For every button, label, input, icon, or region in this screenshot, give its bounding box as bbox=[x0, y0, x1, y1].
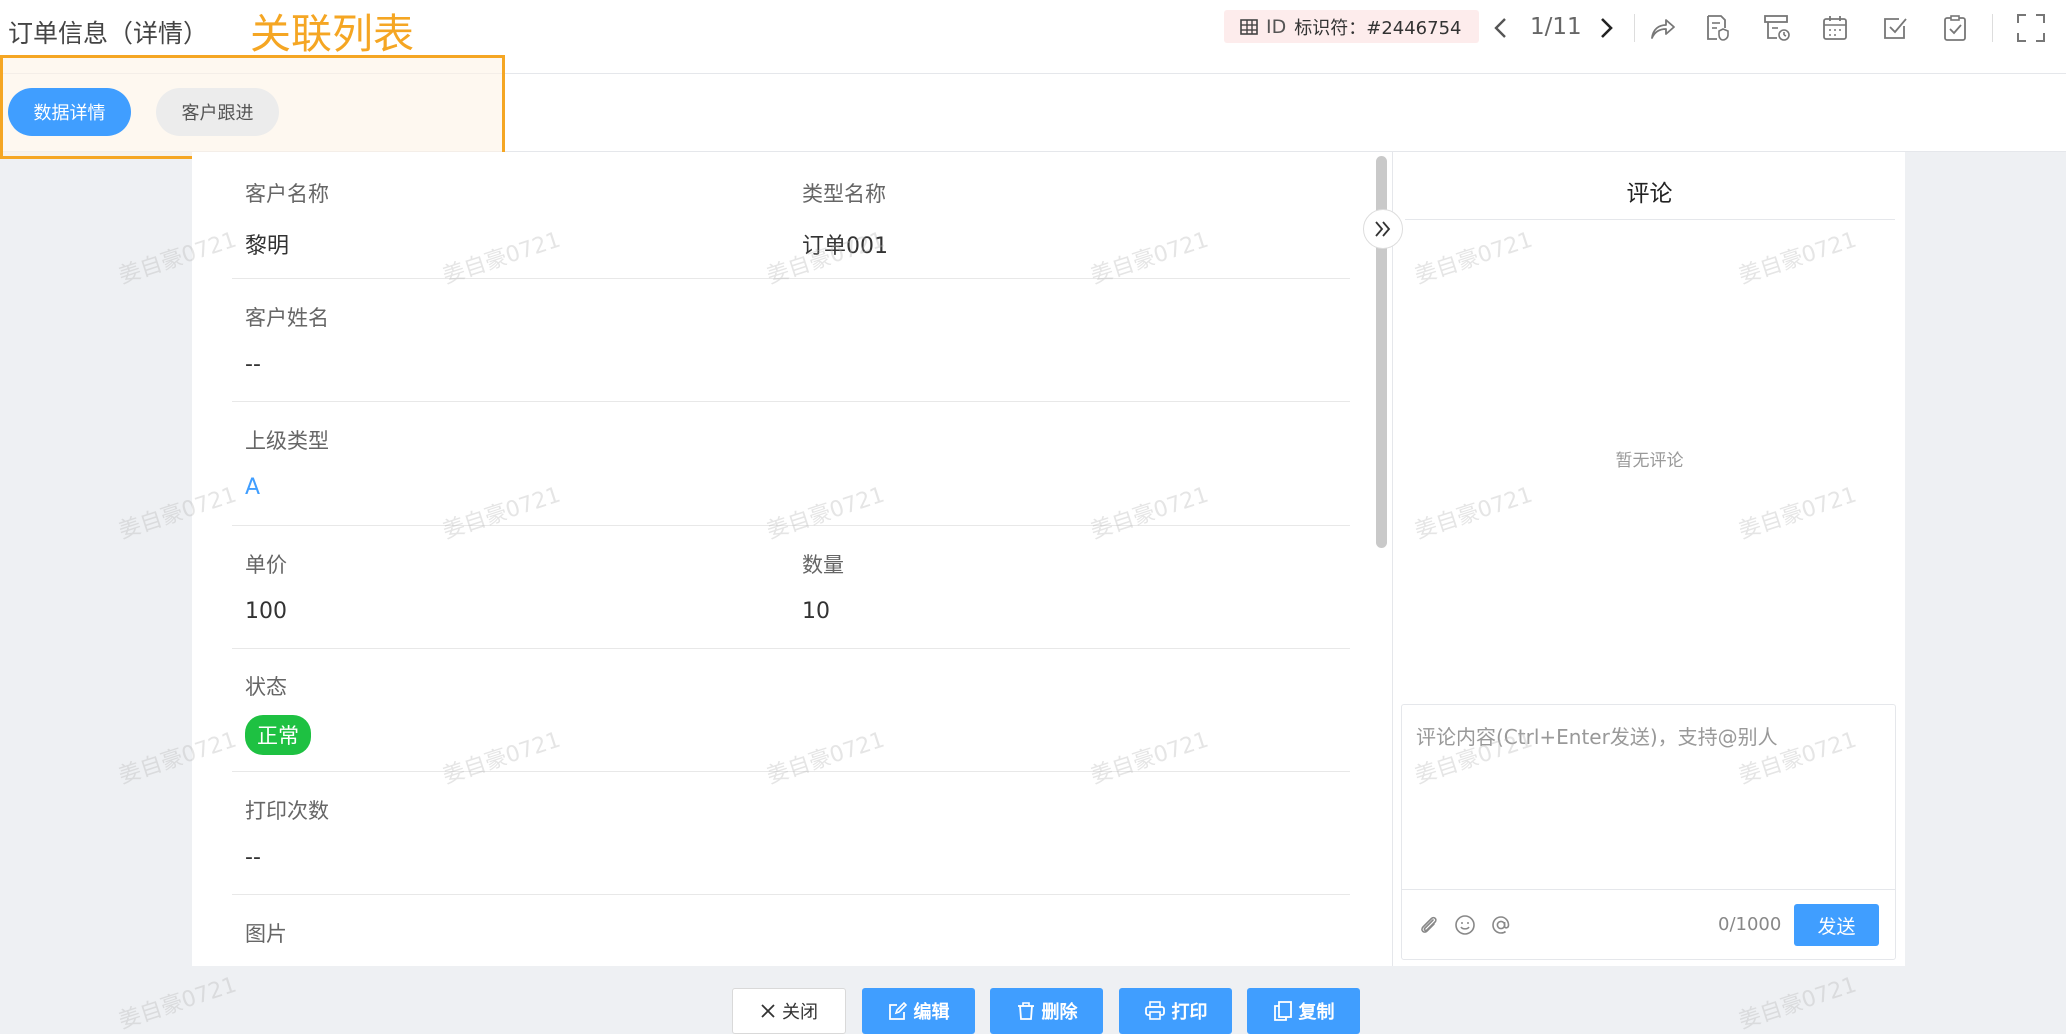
fullscreen-button[interactable] bbox=[2014, 11, 2048, 45]
field-label: 数量 bbox=[802, 553, 844, 577]
page-title: 订单信息（详情） bbox=[8, 19, 209, 48]
copy-button-label: 复制 bbox=[1298, 1002, 1335, 1023]
approve-button[interactable] bbox=[1878, 11, 1912, 45]
workflow-button[interactable] bbox=[1760, 11, 1794, 45]
watermark: 姜自豪0721 bbox=[115, 972, 240, 1034]
edit-icon bbox=[888, 1001, 907, 1020]
comment-title-divider bbox=[1405, 219, 1895, 220]
emoji-button[interactable] bbox=[1452, 912, 1478, 938]
tab-data-details[interactable]: 数据详情 bbox=[8, 88, 131, 136]
copy-button[interactable]: 复制 bbox=[1247, 988, 1360, 1034]
trash-icon bbox=[1017, 1002, 1034, 1020]
copy-icon bbox=[1273, 1001, 1292, 1021]
field-value: 黎明 bbox=[245, 234, 290, 259]
comment-input[interactable] bbox=[1402, 705, 1895, 889]
field-label: 客户名称 bbox=[245, 182, 329, 206]
workflow-icon bbox=[1764, 15, 1790, 41]
attach-button[interactable] bbox=[1416, 912, 1442, 938]
close-button-label: 关闭 bbox=[782, 1002, 818, 1023]
field-status: 状态 正常 bbox=[245, 671, 311, 755]
task-button[interactable] bbox=[1938, 11, 1972, 45]
mention-button[interactable] bbox=[1488, 912, 1514, 938]
field-quantity: 数量 10 bbox=[802, 549, 844, 624]
chevron-right-icon bbox=[1601, 18, 1613, 38]
record-id-chip: ID 标识符：#2446754 bbox=[1224, 10, 1480, 43]
comment-editor: 0/1000 发送 bbox=[1401, 704, 1896, 960]
record-identifier: 标识符：#2446754 bbox=[1294, 17, 1462, 39]
row-divider bbox=[232, 894, 1350, 895]
field-unit-price: 单价 100 bbox=[245, 549, 287, 624]
status-badge: 正常 bbox=[245, 715, 311, 755]
print-button[interactable]: 打印 bbox=[1119, 988, 1232, 1034]
field-customer-full-name: 客户姓名 -- bbox=[245, 302, 329, 377]
toolbar-divider bbox=[1992, 14, 1993, 42]
edit-button-label: 编辑 bbox=[913, 1002, 950, 1023]
row-divider bbox=[232, 401, 1350, 402]
tab-customer-follow-up[interactable]: 客户跟进 bbox=[156, 88, 279, 136]
field-label: 类型名称 bbox=[802, 182, 886, 206]
close-icon bbox=[761, 1004, 775, 1018]
field-label: 上级类型 bbox=[245, 429, 329, 453]
delete-button[interactable]: 删除 bbox=[990, 988, 1103, 1034]
printer-icon bbox=[1144, 1001, 1165, 1020]
next-record-button[interactable] bbox=[1593, 12, 1619, 44]
record-pager: 1/11 bbox=[1530, 14, 1582, 40]
parent-type-link[interactable]: A bbox=[245, 475, 329, 500]
share-button[interactable] bbox=[1646, 11, 1680, 45]
row-divider bbox=[232, 525, 1350, 526]
double-chevron-right-icon bbox=[1375, 221, 1391, 237]
fullscreen-icon bbox=[2017, 14, 2045, 42]
share-icon bbox=[1651, 19, 1675, 39]
close-button[interactable]: 关闭 bbox=[732, 988, 846, 1034]
field-value: -- bbox=[245, 352, 261, 377]
paperclip-icon bbox=[1421, 916, 1437, 933]
at-sign-icon bbox=[1492, 916, 1510, 934]
detail-panel: 客户名称 黎明 类型名称 订单001 客户姓名 -- 上级类型 A 单价 100… bbox=[192, 152, 1392, 966]
field-value: -- bbox=[245, 845, 261, 870]
field-type-name: 类型名称 订单001 bbox=[802, 178, 888, 260]
field-customer-name: 客户名称 黎明 bbox=[245, 178, 329, 260]
field-label: 单价 bbox=[245, 553, 287, 577]
row-divider bbox=[232, 278, 1350, 279]
toolbar-divider bbox=[1634, 14, 1635, 42]
calendar-button[interactable] bbox=[1818, 11, 1852, 45]
field-label: 图片 bbox=[245, 922, 287, 946]
row-divider bbox=[232, 771, 1350, 772]
smiley-icon bbox=[1455, 915, 1475, 935]
comment-panel-title: 评论 bbox=[1626, 181, 1673, 207]
empty-comments-text: 暂无评论 bbox=[1615, 451, 1684, 471]
field-value: 10 bbox=[802, 599, 830, 624]
field-print-count: 打印次数 -- bbox=[245, 795, 329, 870]
field-label: 打印次数 bbox=[245, 799, 329, 823]
calendar-icon bbox=[1823, 16, 1847, 40]
comment-char-count: 0/1000 bbox=[1718, 914, 1782, 935]
watermark: 姜自豪0721 bbox=[1735, 972, 1860, 1034]
document-shield-icon bbox=[1707, 15, 1729, 41]
field-label: 客户姓名 bbox=[245, 306, 329, 330]
field-value: 100 bbox=[245, 599, 287, 624]
annotation-label: 关联列表 bbox=[250, 10, 414, 58]
field-parent-type: 上级类型 A bbox=[245, 425, 329, 500]
collapse-comments-button[interactable] bbox=[1363, 209, 1403, 249]
checkbox-icon bbox=[1884, 18, 1907, 39]
chevron-left-icon bbox=[1494, 18, 1506, 38]
document-permission-button[interactable] bbox=[1700, 11, 1734, 45]
comment-toolbar: 0/1000 发送 bbox=[1402, 889, 1895, 959]
print-button-label: 打印 bbox=[1171, 1002, 1208, 1023]
clipboard-check-icon bbox=[1944, 15, 1966, 41]
send-comment-button[interactable]: 发送 bbox=[1794, 904, 1879, 946]
delete-button-label: 删除 bbox=[1041, 1002, 1078, 1023]
field-image: 图片 bbox=[245, 918, 287, 948]
field-label: 状态 bbox=[245, 675, 287, 699]
comment-panel: 评论 暂无评论 0/100 bbox=[1392, 152, 1905, 966]
table-grid-icon bbox=[1240, 18, 1258, 35]
previous-record-button[interactable] bbox=[1488, 12, 1514, 44]
id-prefix: ID bbox=[1266, 15, 1287, 38]
field-value: 订单001 bbox=[802, 234, 888, 259]
edit-button[interactable]: 编辑 bbox=[862, 988, 975, 1034]
row-divider bbox=[232, 648, 1350, 649]
